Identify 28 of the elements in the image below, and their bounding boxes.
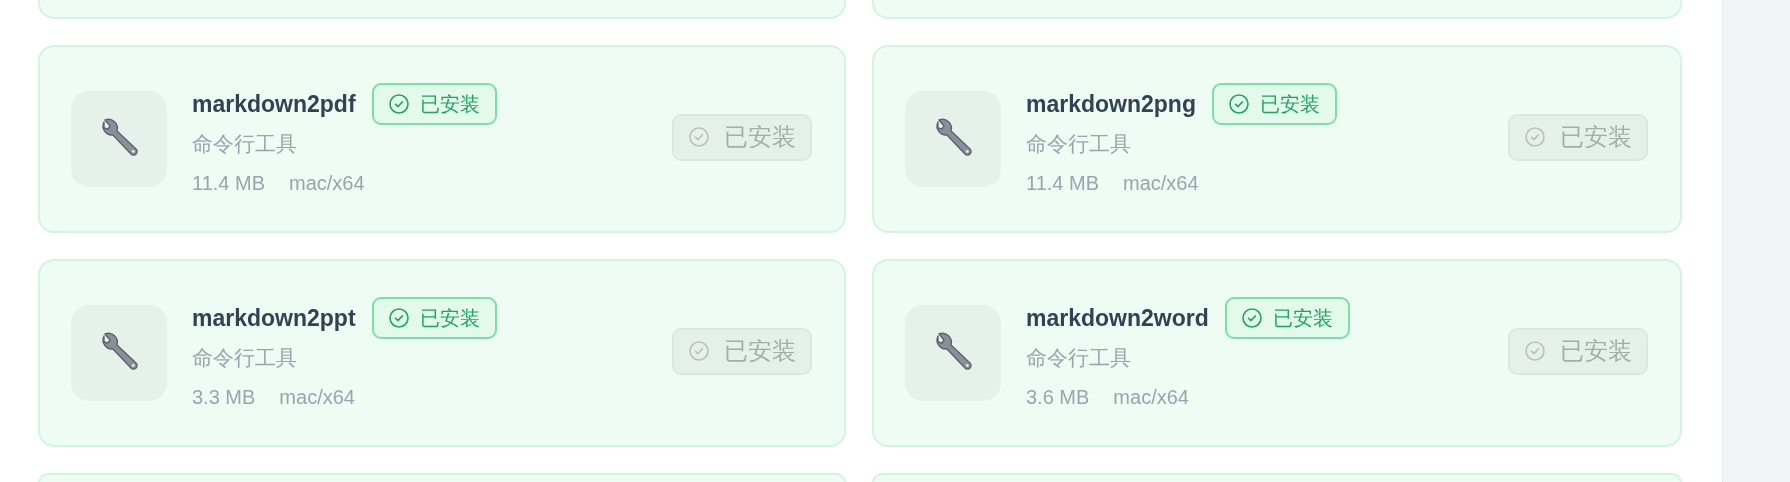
platform-label: mac/x64	[289, 172, 365, 195]
installed-badge: 已安装	[371, 83, 497, 125]
file-size: 11.4 MB	[192, 172, 265, 195]
check-circle-icon	[688, 126, 710, 148]
tool-name: markdown2word	[1026, 304, 1209, 332]
platform-label: mac/x64	[279, 386, 355, 409]
platform-label: mac/x64	[1123, 172, 1199, 195]
file-size: 3.6 MB	[1026, 386, 1090, 409]
installed-badge: 已安装	[1211, 83, 1337, 125]
tool-description: 命令行工具	[192, 131, 298, 157]
platform-label: mac/x64	[1113, 386, 1189, 409]
tool-description: 命令行工具	[1026, 345, 1132, 371]
tool-name: markdown2pdf	[192, 90, 356, 118]
file-size: 11.4 MB	[1026, 172, 1099, 195]
tool-name: markdown2png	[1026, 90, 1196, 118]
installed-badge: 已安装	[371, 297, 497, 339]
file-size: 3.3 MB	[192, 386, 256, 409]
tool-description: 命令行工具	[1026, 131, 1132, 157]
tool-name: markdown2ppt	[192, 304, 356, 332]
check-circle-icon	[387, 93, 410, 115]
installed-badge: 已安装	[1224, 297, 1350, 339]
check-circle-icon	[1240, 307, 1263, 329]
check-circle-icon	[688, 340, 710, 362]
tool-description: 命令行工具	[192, 345, 298, 371]
check-circle-icon	[1524, 126, 1546, 148]
check-circle-icon	[1227, 93, 1250, 115]
check-circle-icon	[387, 307, 410, 329]
check-circle-icon	[1524, 340, 1546, 362]
